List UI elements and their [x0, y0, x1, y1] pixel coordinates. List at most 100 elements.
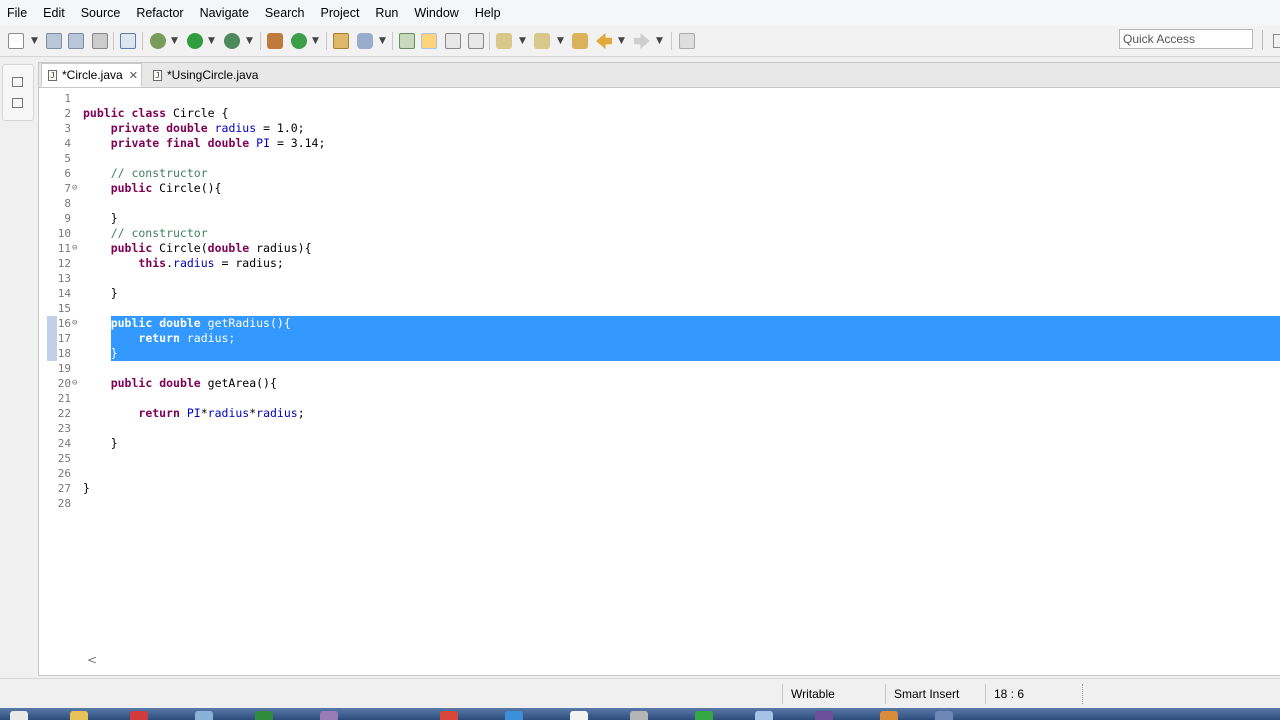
search-icon[interactable] [357, 33, 373, 49]
menu-search[interactable]: Search [257, 0, 313, 26]
code-line[interactable]: 21 [39, 391, 1280, 406]
app-icon[interactable] [195, 711, 213, 720]
new-java-package-icon[interactable] [267, 33, 283, 49]
show-whitespace-icon[interactable] [468, 33, 484, 49]
pin-editor-icon[interactable] [679, 33, 695, 49]
tab-circle-java[interactable]: J *Circle.java ✕ [41, 63, 142, 87]
toggle-breadcrumb-icon[interactable] [399, 33, 415, 49]
app-icon[interactable] [440, 711, 458, 720]
code-line[interactable]: 9 } [39, 211, 1280, 226]
back-icon[interactable] [596, 33, 612, 49]
run-icon[interactable] [187, 33, 203, 49]
block-selection-icon[interactable] [445, 33, 461, 49]
menu-help[interactable]: Help [467, 0, 509, 26]
previous-annotation-dropdown-icon[interactable]: ▼ [557, 36, 564, 46]
back-dropdown-icon[interactable]: ▼ [618, 36, 625, 46]
menu-file[interactable]: File [0, 0, 35, 26]
fold-collapse-icon[interactable]: ⊖ [72, 376, 77, 391]
save-all-icon[interactable] [68, 33, 84, 49]
code-line[interactable]: 23 [39, 421, 1280, 436]
new-java-class-icon[interactable] [291, 33, 307, 49]
app-icon[interactable] [255, 711, 273, 720]
code-line[interactable]: 8 [39, 196, 1280, 211]
menu-source[interactable]: Source [73, 0, 129, 26]
last-edit-location-icon[interactable] [572, 33, 588, 49]
code-line[interactable]: 18 } [39, 346, 1280, 361]
code-line[interactable]: 12 this.radius = radius; [39, 256, 1280, 271]
code-line[interactable]: 25 [39, 451, 1280, 466]
skip-breakpoints-icon[interactable] [120, 33, 136, 49]
menu-project[interactable]: Project [313, 0, 368, 26]
open-perspective-icon[interactable] [1273, 34, 1280, 48]
code-line[interactable]: 1 [39, 91, 1280, 106]
line-number: 19 [57, 362, 71, 375]
external-tools-icon[interactable] [224, 33, 240, 49]
forward-dropdown-icon[interactable]: ▼ [656, 36, 663, 46]
code-line[interactable]: 24 } [39, 436, 1280, 451]
fold-collapse-icon[interactable]: ⊖ [72, 316, 77, 331]
fold-collapse-icon[interactable]: ⊖ [72, 181, 77, 196]
menu-refactor[interactable]: Refactor [128, 0, 191, 26]
app-icon[interactable] [695, 711, 713, 720]
horizontal-scrollbar[interactable]: < [83, 653, 1279, 667]
app-icon[interactable] [505, 711, 523, 720]
app-icon[interactable] [570, 711, 588, 720]
code-line[interactable]: 16 ⊖ public double getRadius(){ [39, 316, 1280, 331]
app-icon[interactable] [755, 711, 773, 720]
app-icon[interactable] [130, 711, 148, 720]
close-icon[interactable]: ✕ [129, 69, 138, 82]
package-explorer-icon[interactable] [12, 98, 23, 108]
code-line[interactable]: 2 public class Circle { [39, 106, 1280, 121]
app-icon[interactable] [630, 711, 648, 720]
menu-navigate[interactable]: Navigate [192, 0, 257, 26]
code-line[interactable]: 13 [39, 271, 1280, 286]
open-type-icon[interactable] [333, 33, 349, 49]
app-icon[interactable] [320, 711, 338, 720]
code-line[interactable]: 4 private final double PI = 3.14; [39, 136, 1280, 151]
code-line[interactable]: 26 [39, 466, 1280, 481]
code-line[interactable]: 10 // constructor [39, 226, 1280, 241]
new-class-dropdown-icon[interactable]: ▼ [312, 36, 319, 46]
code-line[interactable]: 11 ⊖ public Circle(double radius){ [39, 241, 1280, 256]
next-annotation-icon[interactable] [496, 33, 512, 49]
code-line[interactable]: 3 private double radius = 1.0; [39, 121, 1280, 136]
code-line[interactable]: 14 } [39, 286, 1280, 301]
code-line[interactable]: 27} [39, 481, 1280, 496]
quick-access-input[interactable]: Quick Access [1119, 29, 1253, 49]
restore-icon[interactable] [12, 77, 23, 87]
previous-annotation-icon[interactable] [534, 33, 550, 49]
code-line[interactable]: 6 // constructor [39, 166, 1280, 181]
explorer-icon[interactable] [70, 711, 88, 720]
code-line[interactable]: 15 [39, 301, 1280, 316]
code-line[interactable]: 17 return radius; [39, 331, 1280, 346]
new-icon[interactable] [8, 33, 24, 49]
code-line[interactable]: 19 [39, 361, 1280, 376]
code-line[interactable]: 20 ⊖ public double getArea(){ [39, 376, 1280, 391]
tab-usingcircle-java[interactable]: J *UsingCircle.java [147, 63, 267, 87]
external-tools-dropdown-icon[interactable]: ▼ [246, 36, 253, 46]
scroll-left-icon[interactable]: < [87, 653, 97, 667]
code-line[interactable]: 7 ⊖ public Circle(){ [39, 181, 1280, 196]
menu-edit[interactable]: Edit [35, 0, 73, 26]
code-line[interactable]: 5 [39, 151, 1280, 166]
app-icon[interactable] [815, 711, 833, 720]
run-dropdown-icon[interactable]: ▼ [208, 36, 215, 46]
forward-icon[interactable] [634, 33, 650, 49]
code-line[interactable]: 28 [39, 496, 1280, 511]
menu-run[interactable]: Run [367, 0, 406, 26]
search-dropdown-icon[interactable]: ▼ [379, 36, 386, 46]
fold-collapse-icon[interactable]: ⊖ [72, 241, 77, 256]
mark-occurrences-icon[interactable] [421, 33, 437, 49]
menu-window[interactable]: Window [406, 0, 466, 26]
new-dropdown-icon[interactable]: ▼ [31, 36, 38, 46]
print-icon[interactable] [92, 33, 108, 49]
app-icon[interactable] [880, 711, 898, 720]
next-annotation-dropdown-icon[interactable]: ▼ [519, 36, 526, 46]
start-icon[interactable] [10, 711, 28, 720]
save-icon[interactable] [46, 33, 62, 49]
code-line[interactable]: 22 return PI*radius*radius; [39, 406, 1280, 421]
debug-dropdown-icon[interactable]: ▼ [171, 36, 178, 46]
app-icon[interactable] [935, 711, 953, 720]
code-editor[interactable]: 1 2 public class Circle {3 private double … [39, 87, 1280, 653]
debug-icon[interactable] [150, 33, 166, 49]
